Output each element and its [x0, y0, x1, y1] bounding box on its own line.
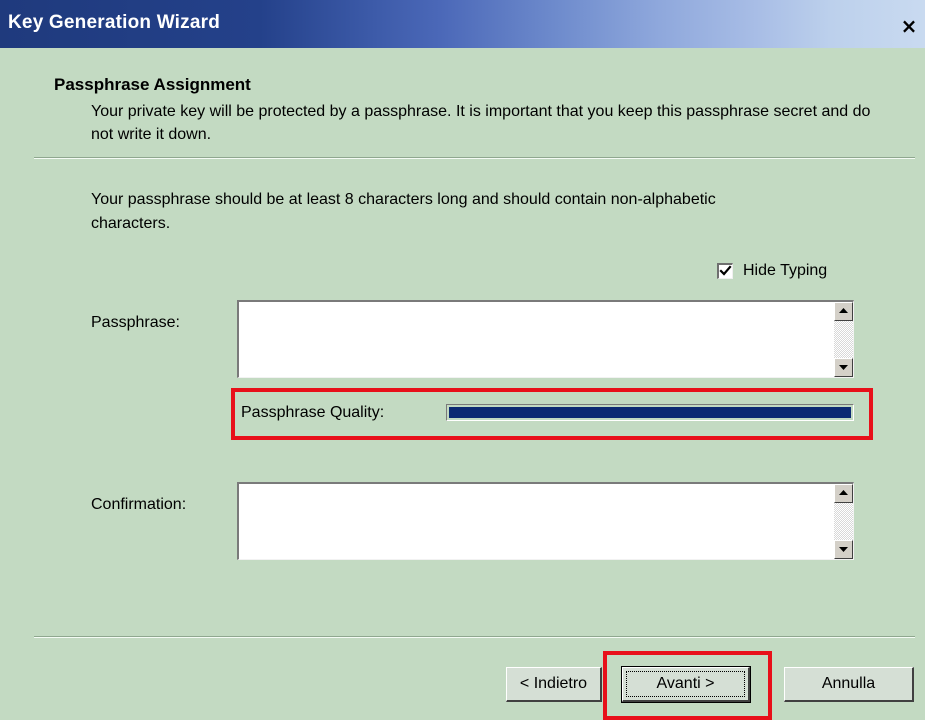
- hide-typing-label: Hide Typing: [743, 262, 828, 279]
- confirmation-scrollbar[interactable]: [834, 484, 853, 559]
- arrow-up-icon: [839, 490, 848, 495]
- arrow-up-icon: [839, 308, 848, 313]
- passphrase-quality-fill: [449, 407, 851, 418]
- passphrase-scrollbar[interactable]: [834, 302, 853, 377]
- back-button[interactable]: < Indietro: [506, 667, 602, 702]
- page-title: Passphrase Assignment: [54, 75, 251, 94]
- passphrase-instructions: Your passphrase should be at least 8 cha…: [91, 191, 716, 232]
- passphrase-label: Passphrase:: [91, 314, 180, 331]
- confirmation-label: Confirmation:: [91, 496, 187, 513]
- passphrase-quality-meter: [446, 404, 854, 421]
- passphrase-quality-label: Passphrase Quality:: [241, 404, 385, 421]
- close-button[interactable]: ×: [897, 14, 921, 38]
- checkmark-icon: [719, 265, 732, 276]
- confirmation-field[interactable]: [237, 482, 854, 560]
- hide-typing-checkbox[interactable]: Hide Typing: [717, 262, 827, 280]
- scroll-down-button[interactable]: [834, 358, 853, 377]
- passphrase-field[interactable]: [237, 300, 854, 378]
- close-icon: ×: [900, 14, 918, 38]
- cancel-button[interactable]: Annulla: [784, 667, 914, 702]
- footer-divider: [34, 636, 915, 638]
- next-button[interactable]: Avanti >: [621, 666, 751, 703]
- scroll-up-button[interactable]: [834, 302, 853, 321]
- key-generation-wizard-dialog: Key Generation Wizard × Passphrase Assig…: [0, 0, 925, 720]
- header-divider: [34, 157, 915, 159]
- arrow-down-icon: [839, 365, 848, 370]
- checkbox-box[interactable]: [717, 263, 733, 279]
- confirmation-input[interactable]: [239, 484, 821, 559]
- scroll-down-button[interactable]: [834, 540, 853, 559]
- page-description: Your private key will be protected by a …: [91, 103, 871, 143]
- window-title: Key Generation Wizard: [8, 12, 221, 33]
- title-bar[interactable]: Key Generation Wizard ×: [0, 0, 925, 48]
- scroll-up-button[interactable]: [834, 484, 853, 503]
- next-button-label: Avanti >: [626, 671, 745, 697]
- passphrase-input[interactable]: [239, 302, 821, 377]
- arrow-down-icon: [839, 547, 848, 552]
